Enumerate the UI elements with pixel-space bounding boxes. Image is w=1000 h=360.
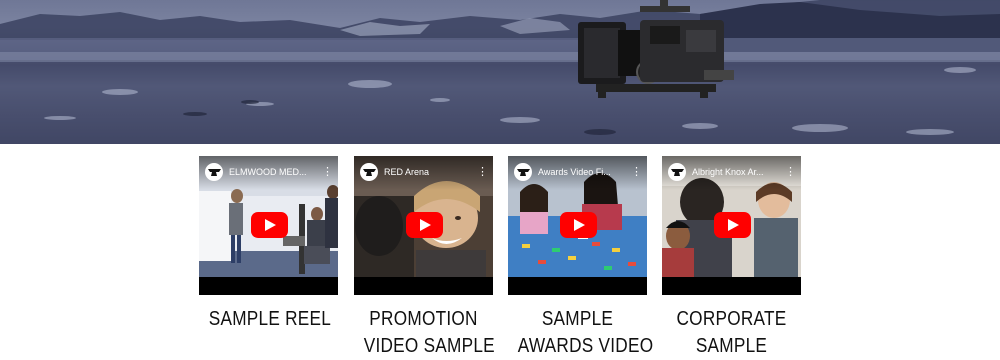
more-options-icon[interactable]: ⋮	[477, 167, 488, 178]
caption-line-2: VIDEO SAMPLE	[363, 335, 495, 357]
caption-line-2: SAMPLE	[695, 335, 768, 357]
video-header: ELMWOOD MED... ⋮	[205, 163, 333, 181]
video-thumbnail[interactable]: Awards Video Fi... ⋮	[508, 156, 647, 295]
caption-line-1: PROMOTION	[369, 308, 478, 330]
video-title[interactable]: ELMWOOD MED...	[229, 167, 322, 177]
video-title[interactable]: RED Arena	[384, 167, 477, 177]
video-title[interactable]: Awards Video Fi...	[538, 167, 631, 177]
more-options-icon[interactable]: ⋮	[631, 167, 642, 178]
play-button-icon[interactable]	[405, 212, 443, 238]
caption-line-1: SAMPLE REEL	[208, 308, 332, 330]
hero-banner	[0, 0, 1000, 144]
anvil-icon	[668, 163, 686, 181]
anvil-icon	[205, 163, 223, 181]
hero-landscape-image	[0, 0, 1000, 144]
anvil-icon	[514, 163, 532, 181]
video-header: Albright Knox Ar... ⋮	[668, 163, 796, 181]
caption-line-2: AWARDS VIDEO	[517, 335, 654, 357]
caption-line-1: SAMPLE	[541, 308, 614, 330]
play-button-icon[interactable]	[559, 212, 597, 238]
video-thumbnail[interactable]: RED Arena ⋮	[354, 156, 493, 295]
video-card: Awards Video Fi... ⋮ SAMPLE AWARDS VIDEO	[508, 156, 654, 360]
video-caption: SAMPLE REEL	[208, 306, 332, 333]
video-title[interactable]: Albright Knox Ar...	[692, 167, 785, 177]
play-button-icon[interactable]	[250, 212, 288, 238]
video-thumbnail[interactable]: Albright Knox Ar... ⋮	[662, 156, 801, 295]
video-caption: PROMOTION VIDEO SAMPLE	[363, 306, 495, 360]
video-card: RED Arena ⋮ PROMOTION VIDEO SAMPLE	[354, 156, 495, 360]
video-card: Albright Knox Ar... ⋮ CORPORATE SAMPLE	[662, 156, 801, 360]
video-card: ELMWOOD MED... ⋮ SAMPLE REEL	[199, 156, 338, 333]
play-button-icon[interactable]	[713, 212, 751, 238]
more-options-icon[interactable]: ⋮	[785, 167, 796, 178]
video-header: Awards Video Fi... ⋮	[514, 163, 642, 181]
video-thumbnail[interactable]: ELMWOOD MED... ⋮	[199, 156, 338, 295]
more-options-icon[interactable]: ⋮	[322, 167, 333, 178]
caption-line-1: CORPORATE	[676, 308, 787, 330]
video-caption: CORPORATE SAMPLE	[672, 306, 792, 360]
video-caption: SAMPLE AWARDS VIDEO	[517, 306, 654, 360]
anvil-icon	[360, 163, 378, 181]
video-header: RED Arena ⋮	[360, 163, 488, 181]
video-gallery: ELMWOOD MED... ⋮ SAMPLE REEL RED Arena ⋮…	[0, 156, 1000, 357]
